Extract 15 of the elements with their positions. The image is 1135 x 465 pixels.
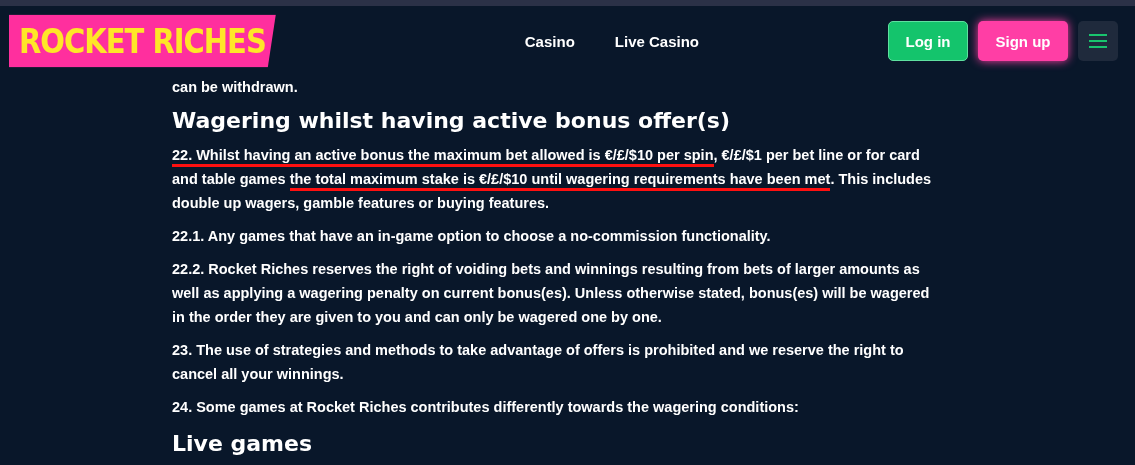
paragraph: 22. Whilst having an active bonus the maximum bet allowed is €/£/$10 per spin, €/£/$1 per bet line or for card and table games the total maximum stake is €/£/$10 until wagering requirements have been met. This includes double up wagers, gamble features or buying features. bbox=[172, 146, 933, 213]
section-heading: Live games bbox=[172, 430, 313, 458]
nav-link[interactable]: Live Casino bbox=[614, 32, 699, 50]
paragraph: 24. Some games at Rocket Riches contributes differently towards the wagering conditions: bbox=[172, 398, 800, 417]
paragraph: 22.1. Any games that have an in-game option to choose a no-commission functionality. bbox=[172, 227, 772, 246]
nav-link[interactable]: Casino bbox=[524, 32, 575, 50]
signup-button[interactable]: Sign up bbox=[978, 21, 1068, 61]
paragraph: 22.2. Rocket Riches reserves the right of voiding bets and winnings resulting from bets of larger amounts as well as applying a wagering penalty on current bonus(es). Unless otherwise stated, bonus(es) will be wagered in the order they are given to you and can only be wagered one by one. bbox=[172, 260, 931, 327]
paragraph: can be withdrawn. bbox=[172, 78, 299, 97]
logo[interactable]: ROCKET RICHES bbox=[9, 14, 276, 68]
login-button[interactable]: Log in bbox=[888, 21, 968, 61]
menu-button[interactable] bbox=[1078, 21, 1118, 61]
paragraph: 23. The use of strategies and methods to take advantage of offers is prohibited and we reserve the right to cancel all your winnings. bbox=[172, 341, 905, 384]
section-heading: Wagering whilst having active bonus offer(s) bbox=[172, 107, 731, 135]
menu-icon bbox=[1088, 33, 1108, 49]
